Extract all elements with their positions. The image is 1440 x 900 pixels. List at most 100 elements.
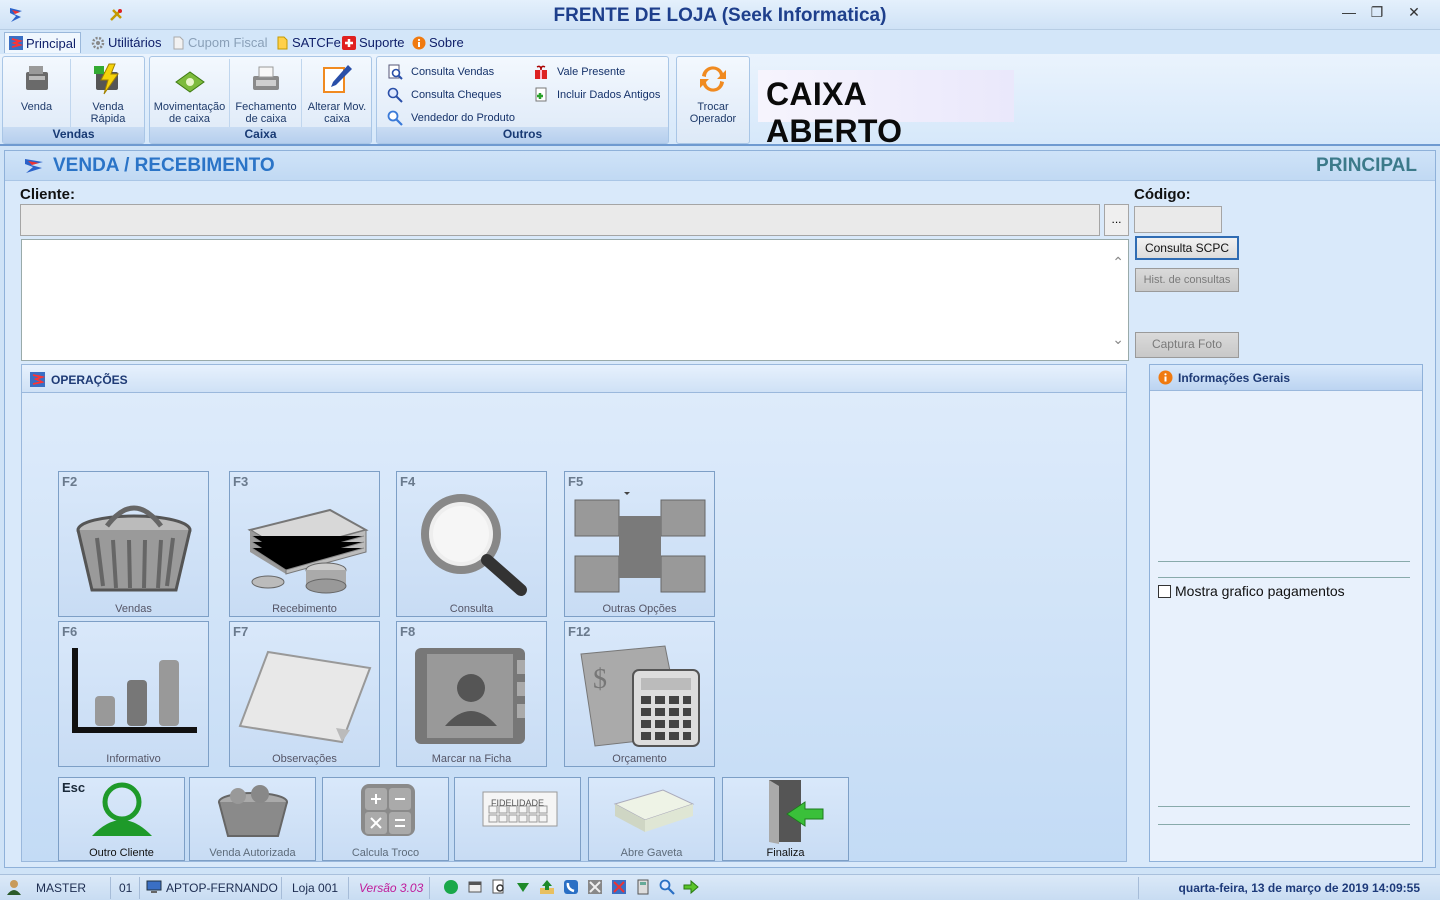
vale-presente-button[interactable]: Vale Presente <box>533 61 625 83</box>
group-caixa-label: Caixa <box>150 127 371 143</box>
swap-arrows-icon <box>700 66 726 92</box>
down-arrow-icon[interactable] <box>515 879 531 895</box>
incluir-dados-button[interactable]: Incluir Dados Antigos <box>533 84 660 106</box>
upload-icon[interactable] <box>539 879 555 895</box>
venda-autorizada-button[interactable]: Venda Autorizada <box>189 777 316 861</box>
finaliza-label: Finaliza <box>766 847 805 859</box>
tab-utilitarios[interactable]: Utilitários <box>87 32 165 53</box>
cliente-lookup-button[interactable]: ... <box>1104 204 1129 236</box>
tools-icon[interactable] <box>587 879 603 895</box>
operations-header: OPERAÇÕES <box>22 365 1126 393</box>
minimize-button[interactable]: — <box>1336 3 1362 21</box>
outro-cliente-button[interactable]: Esc Outro Cliente <box>58 777 185 861</box>
tile-marcar-ficha-label: Marcar na Ficha <box>431 753 512 765</box>
tile-recebimento-key: F3 <box>233 474 249 489</box>
page-header: VENDA / RECEBIMENTO PRINCIPAL <box>5 151 1435 181</box>
calculator-small-icon[interactable] <box>635 879 651 895</box>
app-icon[interactable] <box>611 879 627 895</box>
tile-orcamento-label: Orçamento <box>612 753 667 765</box>
tile-outras-opcoes[interactable]: F5 Outras Opções <box>564 471 715 617</box>
consulta-cheques-button[interactable]: Consulta Cheques <box>387 84 502 106</box>
trocar-operador-button[interactable]: Trocar Operador <box>677 59 749 127</box>
tile-consulta[interactable]: F4 Consulta <box>396 471 547 617</box>
cliente-memo[interactable]: ⌃ ⌄ <box>21 239 1129 361</box>
fidelidade-button[interactable]: FIDELIDADE <box>454 777 581 861</box>
venda-button[interactable]: Venda <box>3 59 71 127</box>
outro-cliente-label: Outro Cliente <box>89 847 154 859</box>
window-icon[interactable] <box>467 879 483 895</box>
magnifier-icon[interactable] <box>659 879 675 895</box>
status-datetime: quarta-feira, 13 de março de 2019 14:09:… <box>1178 881 1420 895</box>
calcula-troco-button[interactable]: Calcula Troco <box>322 777 449 861</box>
tile-recebimento[interactable]: F3 Recebimento <box>229 471 380 617</box>
restore-button[interactable]: ❐ <box>1364 3 1390 21</box>
operations-icon <box>30 372 45 387</box>
venda-rapida-button[interactable]: Venda Rápida <box>73 59 143 127</box>
consulta-scpc-button[interactable]: Consulta SCPC <box>1135 236 1239 260</box>
user-icon <box>7 880 21 895</box>
mostra-grafico-checkbox[interactable]: Mostra grafico pagamentos <box>1158 583 1345 599</box>
tab-satcfe[interactable]: SATCFe <box>271 32 345 53</box>
tab-utilitarios-label: Utilitários <box>108 35 162 50</box>
arrow-right-icon[interactable] <box>683 879 699 895</box>
info-title: Informações Gerais <box>1178 371 1291 385</box>
cliente-input[interactable] <box>20 204 1100 236</box>
tile-marcar-ficha[interactable]: F8 Marcar na Ficha <box>396 621 547 767</box>
tab-cupom-fiscal[interactable]: Cupom Fiscal <box>167 32 271 53</box>
divider <box>1158 561 1410 562</box>
movimentacao-button[interactable]: Movimentação de caixa <box>150 59 230 127</box>
info-circle-icon <box>1158 370 1173 385</box>
tab-suporte[interactable]: Suporte <box>338 32 409 53</box>
chat-icon[interactable] <box>443 879 459 895</box>
calculator-icon <box>361 784 415 836</box>
scroll-down-icon[interactable]: ⌄ <box>1112 331 1124 348</box>
phone-icon[interactable] <box>563 879 579 895</box>
note-paper-icon <box>238 650 372 744</box>
tab-principal-label: Principal <box>26 35 76 51</box>
vendedor-produto-button[interactable]: Vendedor do Produto <box>387 107 515 129</box>
cliente-label: Cliente: <box>20 186 76 203</box>
alterar-mov-button[interactable]: Alterar Mov. caixa <box>303 59 371 127</box>
search-document-icon <box>388 64 403 80</box>
status-bar: MASTER 01 APTOP-FERNANDO Loja 001 Versão… <box>0 874 1440 900</box>
page-title: VENDA / RECEBIMENTO <box>53 155 275 176</box>
calculator-printer-icon <box>253 66 279 90</box>
abre-gaveta-button[interactable]: Abre Gaveta <box>588 777 715 861</box>
divider <box>1158 577 1410 578</box>
checkbox-box[interactable] <box>1158 584 1171 598</box>
tile-vendas[interactable]: F2 Vendas <box>58 471 209 617</box>
codigo-input[interactable] <box>1134 206 1222 233</box>
close-button[interactable]: ✕ <box>1401 3 1427 21</box>
tile-informativo[interactable]: F6 Informativo <box>58 621 209 767</box>
computer-icon <box>146 880 162 893</box>
search-doc-icon[interactable] <box>491 879 507 895</box>
tile-orcamento[interactable]: F12 $ Orçamento <box>564 621 715 767</box>
group-vendas: Venda Venda Rápida Vendas <box>2 56 145 144</box>
alterar-mov-label-1: Alterar Mov. <box>307 101 367 113</box>
consulta-vendas-button[interactable]: Consulta Vendas <box>387 61 494 83</box>
consulta-cheques-label: Consulta Cheques <box>411 89 502 101</box>
scroll-up-icon[interactable]: ⌃ <box>1112 254 1124 271</box>
operations-title: OPERAÇÕES <box>51 373 128 387</box>
tile-observacoes[interactable]: F7 Observações <box>229 621 380 767</box>
status-user: MASTER <box>36 881 87 895</box>
trocar-label-1: Trocar <box>697 101 729 113</box>
tab-principal[interactable]: Principal <box>4 32 81 53</box>
status-separator <box>110 877 111 899</box>
finaliza-button[interactable]: Finaliza <box>722 777 849 861</box>
tab-sobre[interactable]: Sobre <box>408 32 468 53</box>
hist-consultas-button[interactable]: Hist. de consultas <box>1135 268 1239 292</box>
captura-foto-button[interactable]: Captura Foto <box>1135 332 1239 358</box>
window-title: FRENTE DE LOJA (Seek Informatica) <box>553 5 887 26</box>
tile-marcar-ficha-key: F8 <box>400 624 416 639</box>
gift-icon <box>535 65 547 79</box>
trocar-label-2: Operador <box>689 113 737 125</box>
tab-sobre-label: Sobre <box>429 35 464 50</box>
tile-recebimento-label: Recebimento <box>272 603 337 615</box>
tab-satcfe-label: SATCFe <box>292 35 341 50</box>
fechamento-button[interactable]: Fechamento de caixa <box>231 59 302 127</box>
principal-icon <box>9 36 23 50</box>
tile-observacoes-label: Observações <box>272 753 337 765</box>
movimentacao-label-2: de caixa <box>169 113 210 125</box>
tile-vendas-label: Vendas <box>115 603 152 615</box>
